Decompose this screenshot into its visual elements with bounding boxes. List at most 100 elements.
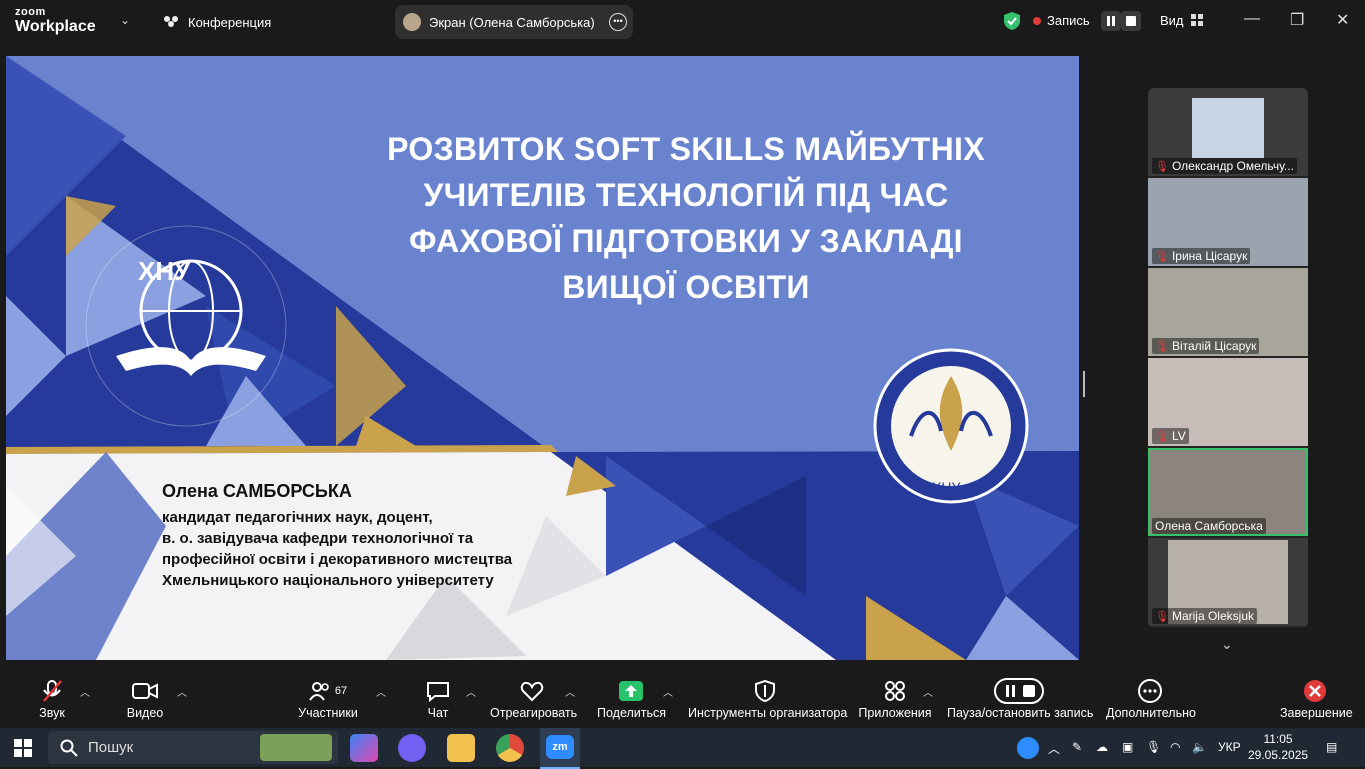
participant-tile[interactable]: 🎙 Віталій Цісарук — [1148, 268, 1308, 356]
participant-tile[interactable]: 🎙 Олександр Омельчу... — [1148, 88, 1308, 176]
slide-title: РОЗВИТОК SOFT SKILLS МАЙБУТНІХ УЧИТЕЛІВ … — [386, 126, 986, 310]
chevron-up-icon[interactable]: ︿ — [1048, 740, 1060, 757]
participant-name-label: 🎙 Віталій Цісарук — [1152, 338, 1260, 354]
host-tools-label: Инструменты организатора — [688, 706, 848, 720]
restore-icon[interactable]: ❐ — [1290, 10, 1304, 30]
share-label: Поделиться — [597, 706, 667, 720]
muted-mic-icon: 🎙 — [1155, 340, 1169, 353]
screen-share-indicator[interactable]: Экран (Олена Самборська) ••• — [395, 5, 633, 39]
grid-view-icon — [1191, 14, 1204, 26]
chevron-up-icon[interactable]: ︿ — [80, 684, 90, 699]
viber-icon[interactable] — [398, 734, 426, 762]
chevron-up-icon[interactable]: ︿ — [663, 684, 673, 699]
search-icon — [60, 739, 78, 757]
participant-name-label: 🎙 LV — [1152, 428, 1189, 444]
presenter-name: Олена САМБОРСЬКА — [162, 481, 352, 501]
panel-resize-handle[interactable] — [1083, 371, 1085, 397]
minimize-icon[interactable]: — — [1244, 10, 1260, 28]
participant-tile[interactable]: 🎙 Marija Oleksjuk — [1148, 538, 1308, 626]
chevron-up-icon[interactable]: ︿ — [466, 684, 476, 699]
participant-name-label: Олена Самборська — [1152, 518, 1266, 534]
chevron-down-icon[interactable]: ⌄ — [1221, 636, 1233, 653]
security-shield-icon[interactable] — [1003, 11, 1021, 31]
apps-icon — [885, 681, 905, 701]
cloud-icon[interactable]: ☁ — [1096, 740, 1108, 754]
volume-icon[interactable]: 🔈 — [1192, 740, 1207, 754]
conference-button[interactable]: Конференция — [162, 14, 271, 30]
chevron-up-icon[interactable]: ︿ — [376, 684, 386, 699]
copilot-icon[interactable] — [350, 734, 378, 762]
pause-recording-button[interactable] — [1101, 11, 1121, 31]
microphone-icon[interactable]: 🎙 — [1146, 740, 1161, 754]
stop-recording-button[interactable] — [1121, 11, 1141, 31]
apps-button[interactable]: Приложения — [858, 678, 932, 720]
more-button[interactable]: Дополнительно — [1106, 678, 1196, 720]
pause-stop-recording-button[interactable]: Пауза/остановить запись — [947, 678, 1094, 720]
sharer-avatar — [403, 13, 421, 31]
windows-start-icon[interactable] — [14, 739, 32, 757]
zoom-taskbar-button[interactable]: zm — [540, 728, 580, 769]
participants-label: Участники — [298, 706, 358, 720]
taskbar-clock[interactable]: 11:05 29.05.2025 — [1248, 731, 1308, 763]
shield-icon — [755, 680, 775, 702]
participant-name-label: 🎙 Ірина Цісарук — [1152, 248, 1251, 264]
clock-time: 11:05 — [1263, 732, 1293, 746]
chat-button[interactable]: Чат — [420, 678, 456, 720]
more-options-icon[interactable]: ••• — [609, 13, 627, 31]
video-camera-icon — [132, 683, 158, 699]
chevron-up-icon[interactable]: ︿ — [565, 684, 575, 699]
chevron-up-icon[interactable]: ︿ — [923, 684, 933, 699]
participant-tile-active-speaker[interactable]: Олена Самборська — [1148, 448, 1308, 536]
video-button[interactable]: Видео — [122, 678, 168, 720]
participant-tile[interactable]: 🎙 LV — [1148, 358, 1308, 446]
zoom-logo[interactable]: zoom Workplace — [15, 7, 96, 35]
muted-mic-icon: 🎙 — [1155, 610, 1169, 623]
share-arrow-icon — [619, 681, 643, 701]
help-icon[interactable] — [1017, 737, 1039, 759]
participant-tile[interactable]: 🎙 Ірина Цісарук — [1148, 178, 1308, 266]
pause-record-label: Пауза/остановить запись — [947, 706, 1094, 720]
end-label: Завершение — [1280, 706, 1353, 720]
muted-microphone-icon — [43, 680, 62, 702]
credentials-line: Хмельницького національного університету — [162, 572, 494, 589]
credentials-line: в. о. завідувача кафедри технологічної т… — [162, 530, 474, 547]
language-indicator[interactable]: УКР — [1218, 740, 1241, 754]
chat-label: Чат — [427, 706, 449, 720]
record-dot-icon — [1033, 16, 1041, 25]
notifications-icon[interactable]: ▤ — [1326, 740, 1337, 754]
view-label: Вид — [1160, 13, 1184, 28]
participants-count: 67 — [334, 685, 348, 697]
participants-button[interactable]: 67 Участники — [296, 678, 360, 720]
clock-date: 29.05.2025 — [1248, 748, 1309, 762]
windows-taskbar: Пошук zm ︿ ✎ ☁ ▣ 🎙 ◠ 🔈 УКР 11:05 29.05.2… — [0, 728, 1365, 769]
end-meeting-icon — [1304, 680, 1326, 702]
end-meeting-button[interactable]: Завершение — [1280, 678, 1353, 720]
conference-label: Конференция — [188, 14, 272, 30]
participants-icon — [309, 682, 329, 701]
chevron-up-icon[interactable]: ︿ — [177, 684, 187, 699]
audio-button[interactable]: Звук — [30, 678, 74, 720]
taskbar-search[interactable]: Пошук — [48, 731, 338, 764]
slide-title-line: ФАХОВОЇ ПІДГОТОВКИ У ЗАКЛАДІ — [409, 223, 963, 259]
host-tools-button[interactable]: Инструменты организатора — [688, 678, 848, 720]
meeting-top-bar: zoom Workplace ⌄ Конференция Экран (Олен… — [0, 0, 1365, 44]
close-icon[interactable]: ✕ — [1336, 10, 1349, 30]
pen-icon[interactable]: ✎ — [1072, 740, 1082, 754]
chrome-icon[interactable] — [496, 734, 524, 762]
react-button[interactable]: Отреагировать — [490, 678, 577, 720]
view-button[interactable]: Вид — [1160, 13, 1204, 28]
recording-indicator: Запись — [1033, 13, 1090, 28]
stop-icon — [1126, 16, 1136, 26]
presenter-credentials: кандидат педагогічних наук, доцент, в. о… — [162, 507, 512, 591]
muted-mic-icon: 🎙 — [1155, 250, 1169, 263]
audio-label: Звук — [39, 706, 65, 720]
camera-icon[interactable]: ▣ — [1122, 740, 1133, 754]
more-dots-icon — [1138, 679, 1162, 703]
file-explorer-icon[interactable] — [447, 734, 475, 762]
pause-stop-icon — [994, 678, 1044, 704]
share-screen-button[interactable]: Поделиться — [597, 678, 667, 720]
chevron-down-icon[interactable]: ⌄ — [120, 13, 130, 27]
conference-icon — [164, 16, 178, 27]
wifi-icon[interactable]: ◠ — [1170, 740, 1180, 754]
chat-bubble-icon — [427, 682, 449, 702]
